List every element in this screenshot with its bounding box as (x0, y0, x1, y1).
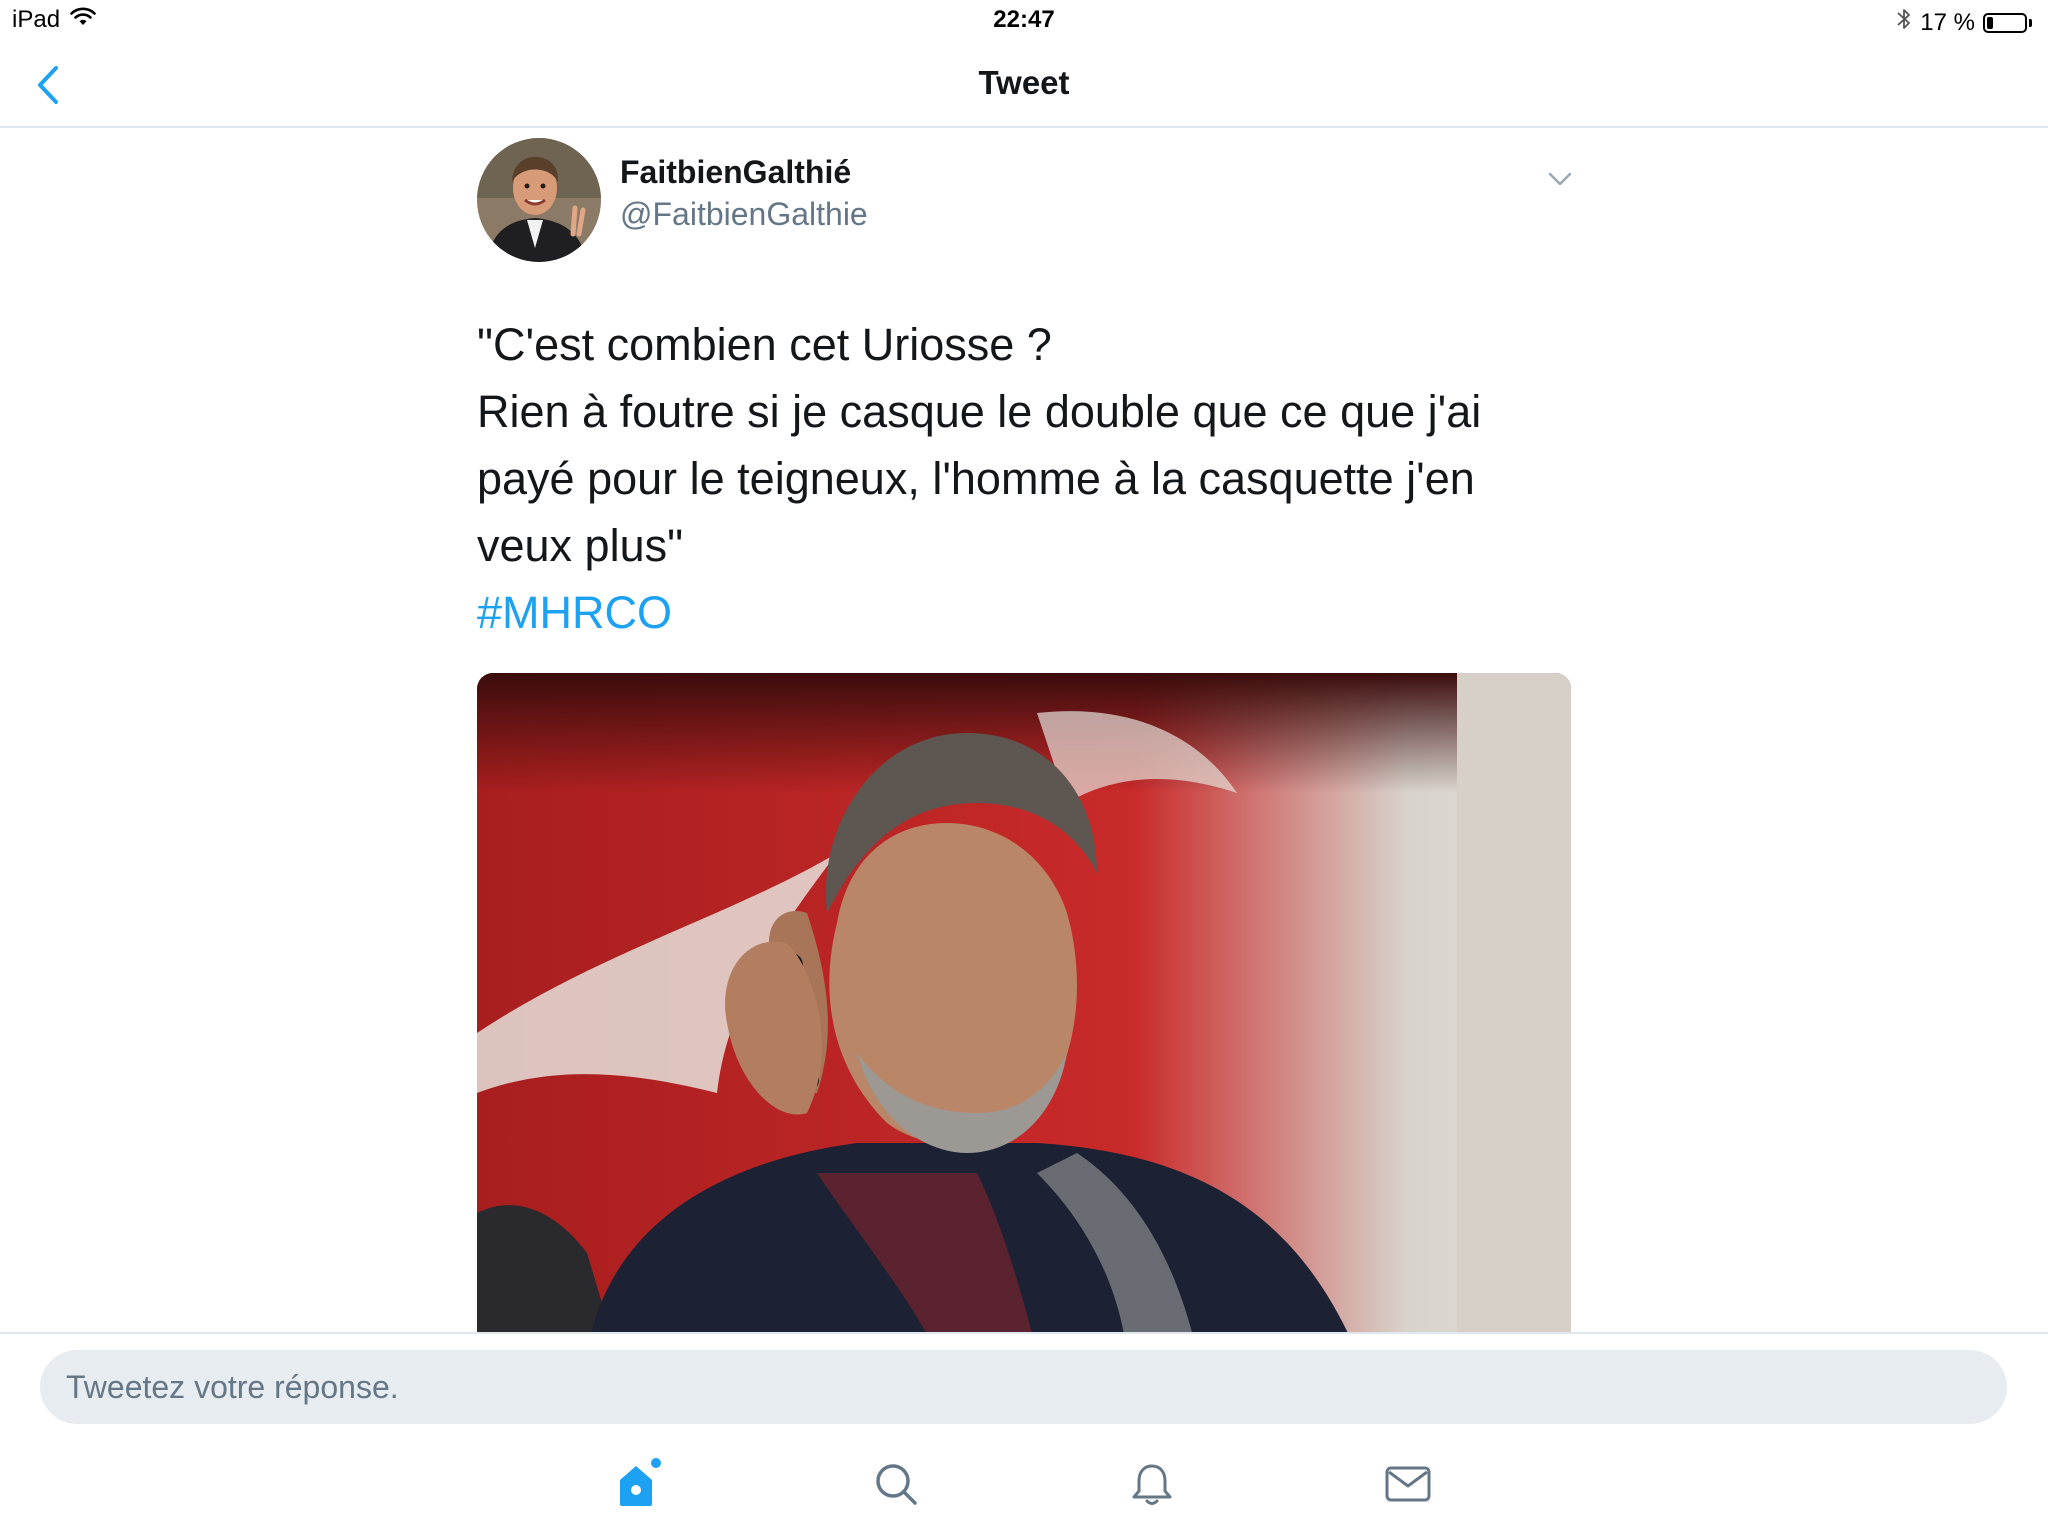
avatar[interactable] (477, 138, 601, 262)
user-handle[interactable]: @FaitbienGalthie (620, 196, 868, 233)
battery-level (1987, 16, 1993, 29)
display-name[interactable]: FaitbienGalthié (620, 154, 851, 191)
battery-percent: 17 % (1920, 8, 1975, 36)
battery-icon (1983, 12, 2027, 33)
nav-bar: Tweet (0, 42, 2048, 128)
bottom-bar (0, 1332, 2048, 1536)
more-options-button[interactable] (1545, 164, 1571, 194)
status-bar: iPad 22:47 17 % (0, 0, 2048, 42)
tweet-image[interactable] (477, 673, 1571, 1332)
battery-tip (2029, 18, 2032, 27)
status-right: 17 % (1896, 6, 2032, 39)
tweet-text-line: Rien à foutre si je casque le double que… (477, 386, 1482, 437)
tab-search[interactable] (866, 1454, 926, 1514)
search-icon (876, 1464, 917, 1505)
home-icon (620, 1458, 661, 1506)
hashtag-link[interactable]: #MHRCO (477, 579, 1537, 646)
chevron-down-icon (1548, 172, 1571, 186)
tweet-text: "C'est combien cet Uriosse ? Rien à fout… (477, 311, 1537, 646)
tweet-text-line: payé pour le teigneux, l'homme à la casq… (477, 453, 1475, 504)
tab-messages[interactable] (1378, 1454, 1438, 1514)
bluetooth-icon (1896, 6, 1912, 39)
tweet-text-line: "C'est combien cet Uriosse ? (477, 319, 1052, 370)
tweet-text-line: veux plus" (477, 520, 684, 571)
reply-input[interactable] (40, 1350, 2007, 1424)
tab-home[interactable] (610, 1454, 670, 1514)
tweet: FaitbienGalthié @FaitbienGalthie "C'est … (477, 128, 1571, 1332)
status-time: 22:47 (993, 6, 1055, 33)
tab-notifications[interactable] (1122, 1454, 1182, 1514)
page-title: Tweet (978, 64, 1070, 101)
notifications-icon (1132, 1464, 1172, 1505)
messages-icon (1385, 1466, 1431, 1502)
